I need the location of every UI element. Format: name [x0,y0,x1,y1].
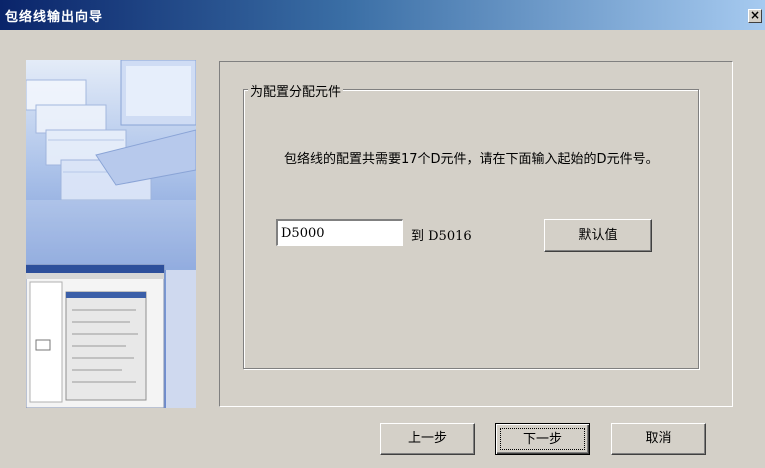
cancel-button[interactable]: 取消 [611,423,706,455]
end-device-label: 到 D5016 [411,229,472,244]
back-button[interactable]: 上一步 [380,423,475,455]
close-icon: × [749,8,761,22]
close-button[interactable]: × [748,9,762,23]
next-button-label: 下一步 [500,428,585,450]
wizard-illustration [26,60,196,408]
start-device-input[interactable] [276,219,403,246]
wizard-illustration-graphic [26,60,196,408]
description-text: 包络线的配置共需要17个D元件，请在下面输入起始的D元件号。 [284,152,659,167]
groupbox-title: 为配置分配元件 [248,81,344,100]
default-value-button[interactable]: 默认值 [544,219,652,252]
title-bar: 包络线输出向导 × [0,0,765,30]
window-title: 包络线输出向导 [5,10,104,25]
wizard-dialog: 包络线输出向导 × 为配置分配元件 包络线的配置共需要17个D元件，请在下面输入… [0,0,765,468]
next-button[interactable]: 下一步 [495,423,590,455]
